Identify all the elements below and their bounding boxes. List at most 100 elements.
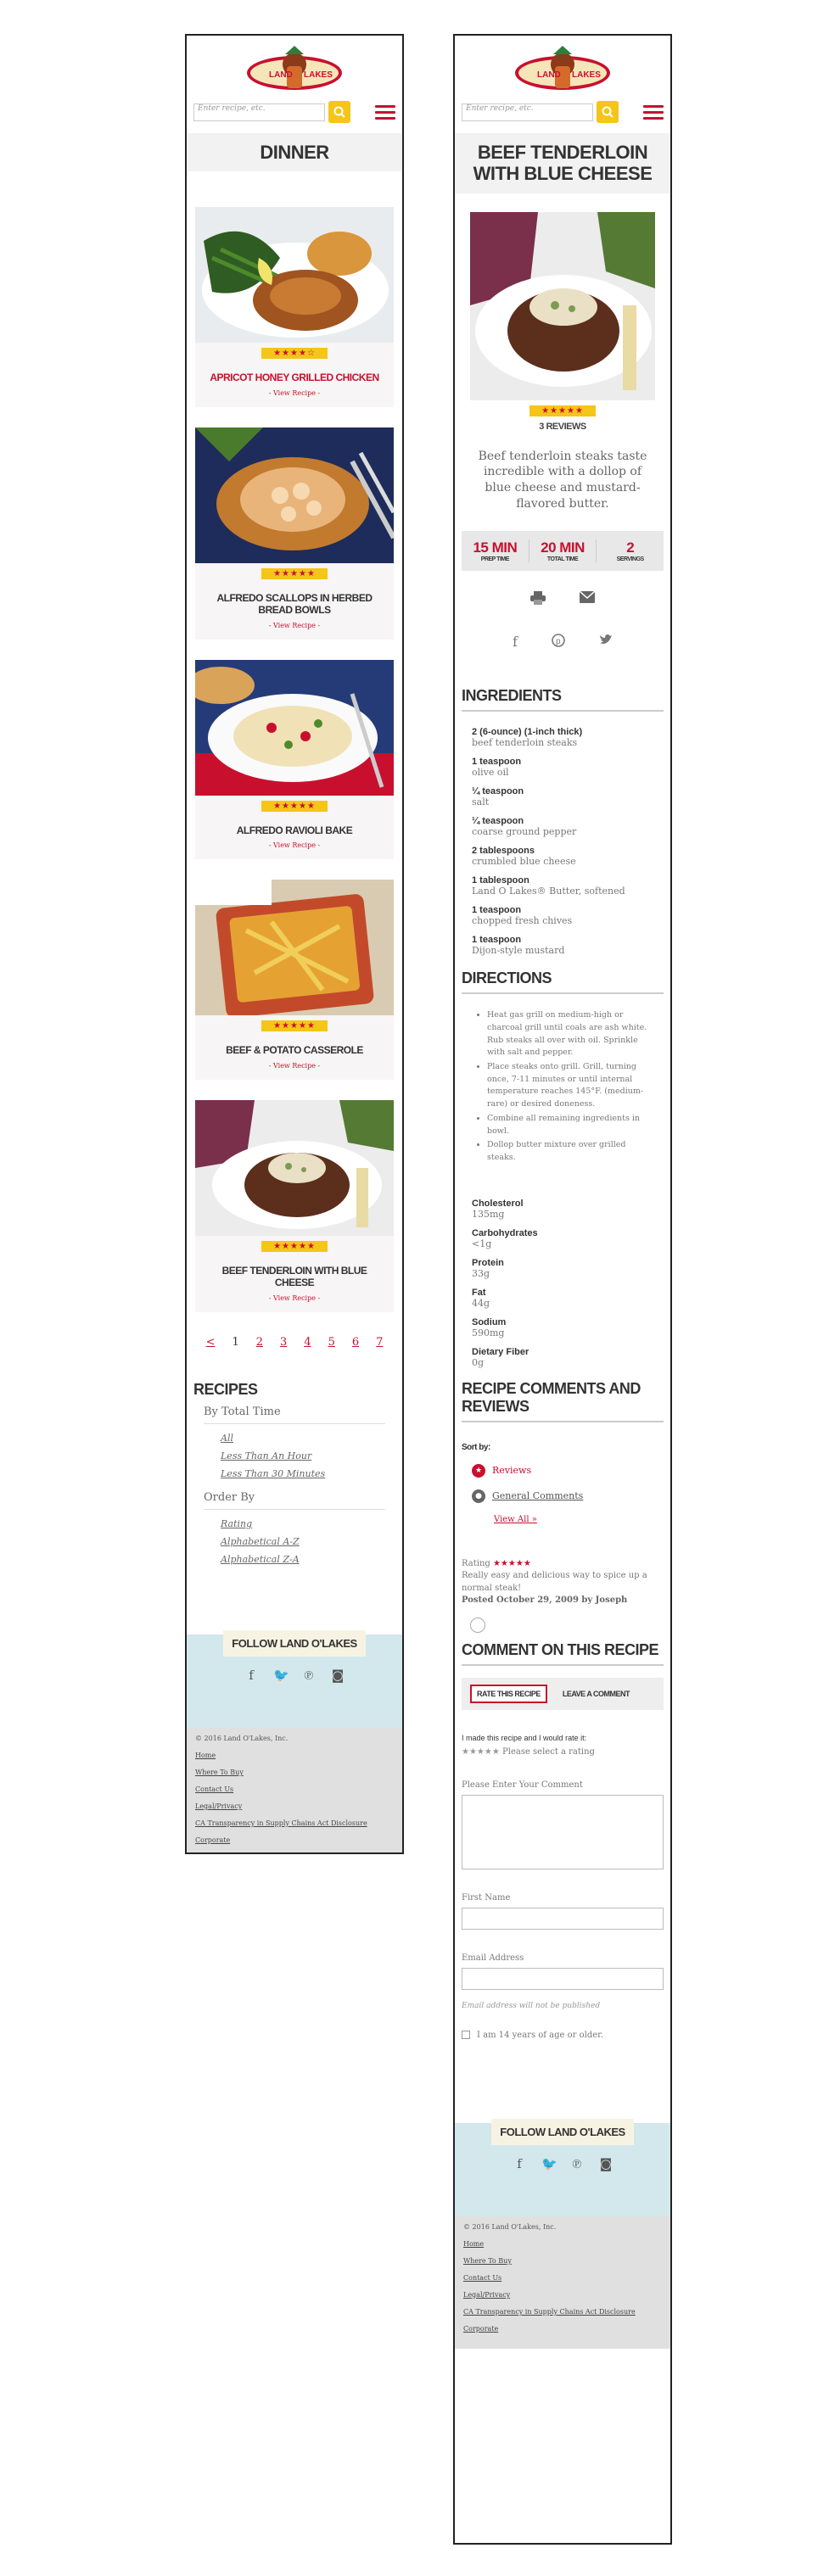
hamburger-menu-icon[interactable] [643,104,664,120]
twitter-icon[interactable] [599,634,613,645]
pinterest-icon[interactable]: p [552,634,565,647]
nutrition-item: Cholesterol 135mg [472,1199,653,1220]
recipe-description: Beef tenderloin steaks taste incredible … [478,449,647,511]
servings: 2 SERVINGS [597,539,664,562]
facebook-icon[interactable]: f [513,2157,526,2171]
recipe-card[interactable]: ★★★★☆ APRICOT HONEY GRILLED CHICKEN - Vi… [195,207,394,408]
logo-text-left: LAND [537,70,561,80]
nutrition-item: Dietary Fiber 0g [472,1347,653,1368]
review-count[interactable]: 3 REVIEWS [455,422,670,432]
footer-link[interactable]: Legal/Privacy [463,2291,662,2299]
land-o-lakes-logo[interactable]: LAND LAKES [513,44,613,95]
footer-link[interactable]: Corporate [195,1836,394,1844]
footer-link[interactable]: Home [195,1752,394,1759]
recipe-image[interactable] [195,427,394,564]
pinterest-icon[interactable]: ℗ [302,1668,316,1682]
pagination-page[interactable]: 6 [352,1336,359,1349]
recipe-title[interactable]: BEEF & POTATO CASSEROLE [195,1045,394,1057]
search-button[interactable] [597,101,619,123]
facebook-icon[interactable]: f [513,634,518,650]
recipe-photo[interactable] [470,211,655,400]
filter-link[interactable]: Less Than An Hour [221,1450,402,1461]
pinterest-icon[interactable]: ℗ [570,2157,584,2171]
comment-textarea[interactable] [462,1794,664,1869]
filter-link[interactable]: All [221,1433,402,1444]
email-icon[interactable] [580,591,595,604]
svg-text:p: p [556,637,561,646]
view-recipe-label: View Recipe [273,389,316,398]
recipe-card[interactable]: ★★★★★ ALFREDO SCALLOPS IN HERBED BREAD B… [195,427,394,640]
pagination-page[interactable]: 1 [232,1336,238,1349]
copyright: © 2016 Land O'Lakes, Inc. [463,2222,557,2231]
pagination-prev[interactable]: < [206,1336,216,1349]
print-icon[interactable] [530,591,546,606]
view-recipe-link[interactable]: - View Recipe - [195,1062,394,1070]
age-confirmation[interactable]: I am 14 years of age or older. [462,2031,664,2040]
recipe-detail-page: LAND LAKES Enter recipe, etc. BEEF TENDE… [453,34,672,2545]
recipe-card[interactable]: ★★★★★ ALFREDO RAVIOLI BAKE - View Recipe… [195,659,394,860]
filter-link[interactable]: Alphabetical A-Z [221,1536,402,1547]
twitter-icon[interactable]: 🐦 [541,2157,557,2171]
filter-link[interactable]: Rating [221,1518,402,1529]
ingredient-item: 2 tablespoons crumbled blue cheese [472,846,653,867]
recipe-title[interactable]: APRICOT HONEY GRILLED CHICKEN [195,372,394,384]
recipe-title[interactable]: ALFREDO RAVIOLI BAKE [195,824,394,837]
footer-link[interactable]: Home [463,2240,662,2248]
facebook-icon[interactable]: f [244,1668,258,1682]
load-more-icon[interactable] [470,1617,485,1633]
view-recipe-link[interactable]: - View Recipe - [195,1294,394,1302]
view-recipe-link[interactable]: - View Recipe - [195,389,394,397]
filter-link[interactable]: Less Than 30 Minutes [221,1468,402,1479]
view-recipe-link[interactable]: - View Recipe - [195,841,394,849]
pagination-page[interactable]: 3 [280,1336,287,1349]
footer-link[interactable]: Contact Us [463,2274,662,2282]
footer-link[interactable]: Corporate [463,2325,662,2333]
instagram-icon[interactable]: ◙ [599,2157,613,2171]
filter-link[interactable]: Alphabetical Z-A [221,1554,402,1565]
footer-link[interactable]: Contact Us [195,1785,394,1793]
footer-link[interactable]: CA Transparency in Supply Chains Act Dis… [195,1819,394,1827]
age-checkbox[interactable] [462,2031,470,2040]
recipe-card[interactable]: ★★★★★ BEEF TENDERLOIN WITH BLUE CHEESE -… [195,1100,394,1312]
search-input[interactable]: Enter recipe, etc. [193,103,325,121]
pagination-page[interactable]: 5 [328,1336,335,1349]
pagination-page[interactable]: 7 [376,1336,383,1349]
sort-option-reviews[interactable]: ★ Reviews [472,1463,670,1478]
nutrient-name: Fat [472,1287,486,1298]
first-name-field[interactable] [462,1907,664,1930]
instagram-icon[interactable]: ◙ [331,1668,345,1682]
view-recipe-link[interactable]: - View Recipe - [195,622,394,629]
search-input[interactable]: Enter recipe, etc. [462,103,593,121]
rating-picker-stars[interactable]: ★★★★★ [462,1747,500,1757]
recipe-title[interactable]: BEEF TENDERLOIN WITH BLUE CHEESE [195,1265,394,1289]
twitter-icon[interactable]: 🐦 [273,1668,289,1682]
view-all-link[interactable]: View All » [494,1515,670,1524]
email-field[interactable] [462,1967,664,1990]
ingredient-qty: ¼ teaspoon [472,786,524,797]
recipe-image[interactable] [195,1100,394,1237]
search-button[interactable] [328,101,350,123]
pagination-page[interactable]: 4 [304,1336,311,1349]
nutrient-value: 33g [472,1267,490,1279]
logo-text-right: LAKES [572,70,601,80]
directions-list: Heat gas grill on medium-high or charcoa… [487,1009,657,1165]
first-name-label: First Name [462,1892,511,1903]
footer-link[interactable]: Where To Buy [195,1769,394,1776]
recipe-card[interactable]: ★★★★★ BEEF & POTATO CASSEROLE - View Rec… [195,880,394,1081]
sort-option-comments[interactable]: ● General Comments [472,1489,670,1503]
pagination-page[interactable]: 2 [256,1336,263,1349]
recipe-title[interactable]: ALFREDO SCALLOPS IN HERBED BREAD BOWLS [195,592,394,617]
prep-time: 15 MIN PREP TIME [462,539,529,563]
rating-picker[interactable]: ★★★★★ Please select a rating [462,1747,664,1757]
nutrient-value: 44g [472,1297,490,1309]
footer-link[interactable]: Where To Buy [463,2257,662,2265]
tab-rate-recipe[interactable]: RATE THIS RECIPE [470,1684,547,1703]
recipe-image[interactable] [195,659,394,796]
recipe-image[interactable] [195,207,394,344]
hamburger-menu-icon[interactable] [375,104,395,120]
tab-leave-comment[interactable]: LEAVE A COMMENT [563,1690,630,1698]
footer-link[interactable]: Legal/Privacy [195,1802,394,1810]
footer-link[interactable]: CA Transparency in Supply Chains Act Dis… [463,2308,662,2316]
land-o-lakes-logo[interactable]: LAND LAKES [244,44,345,95]
recipe-image[interactable] [195,880,394,1016]
